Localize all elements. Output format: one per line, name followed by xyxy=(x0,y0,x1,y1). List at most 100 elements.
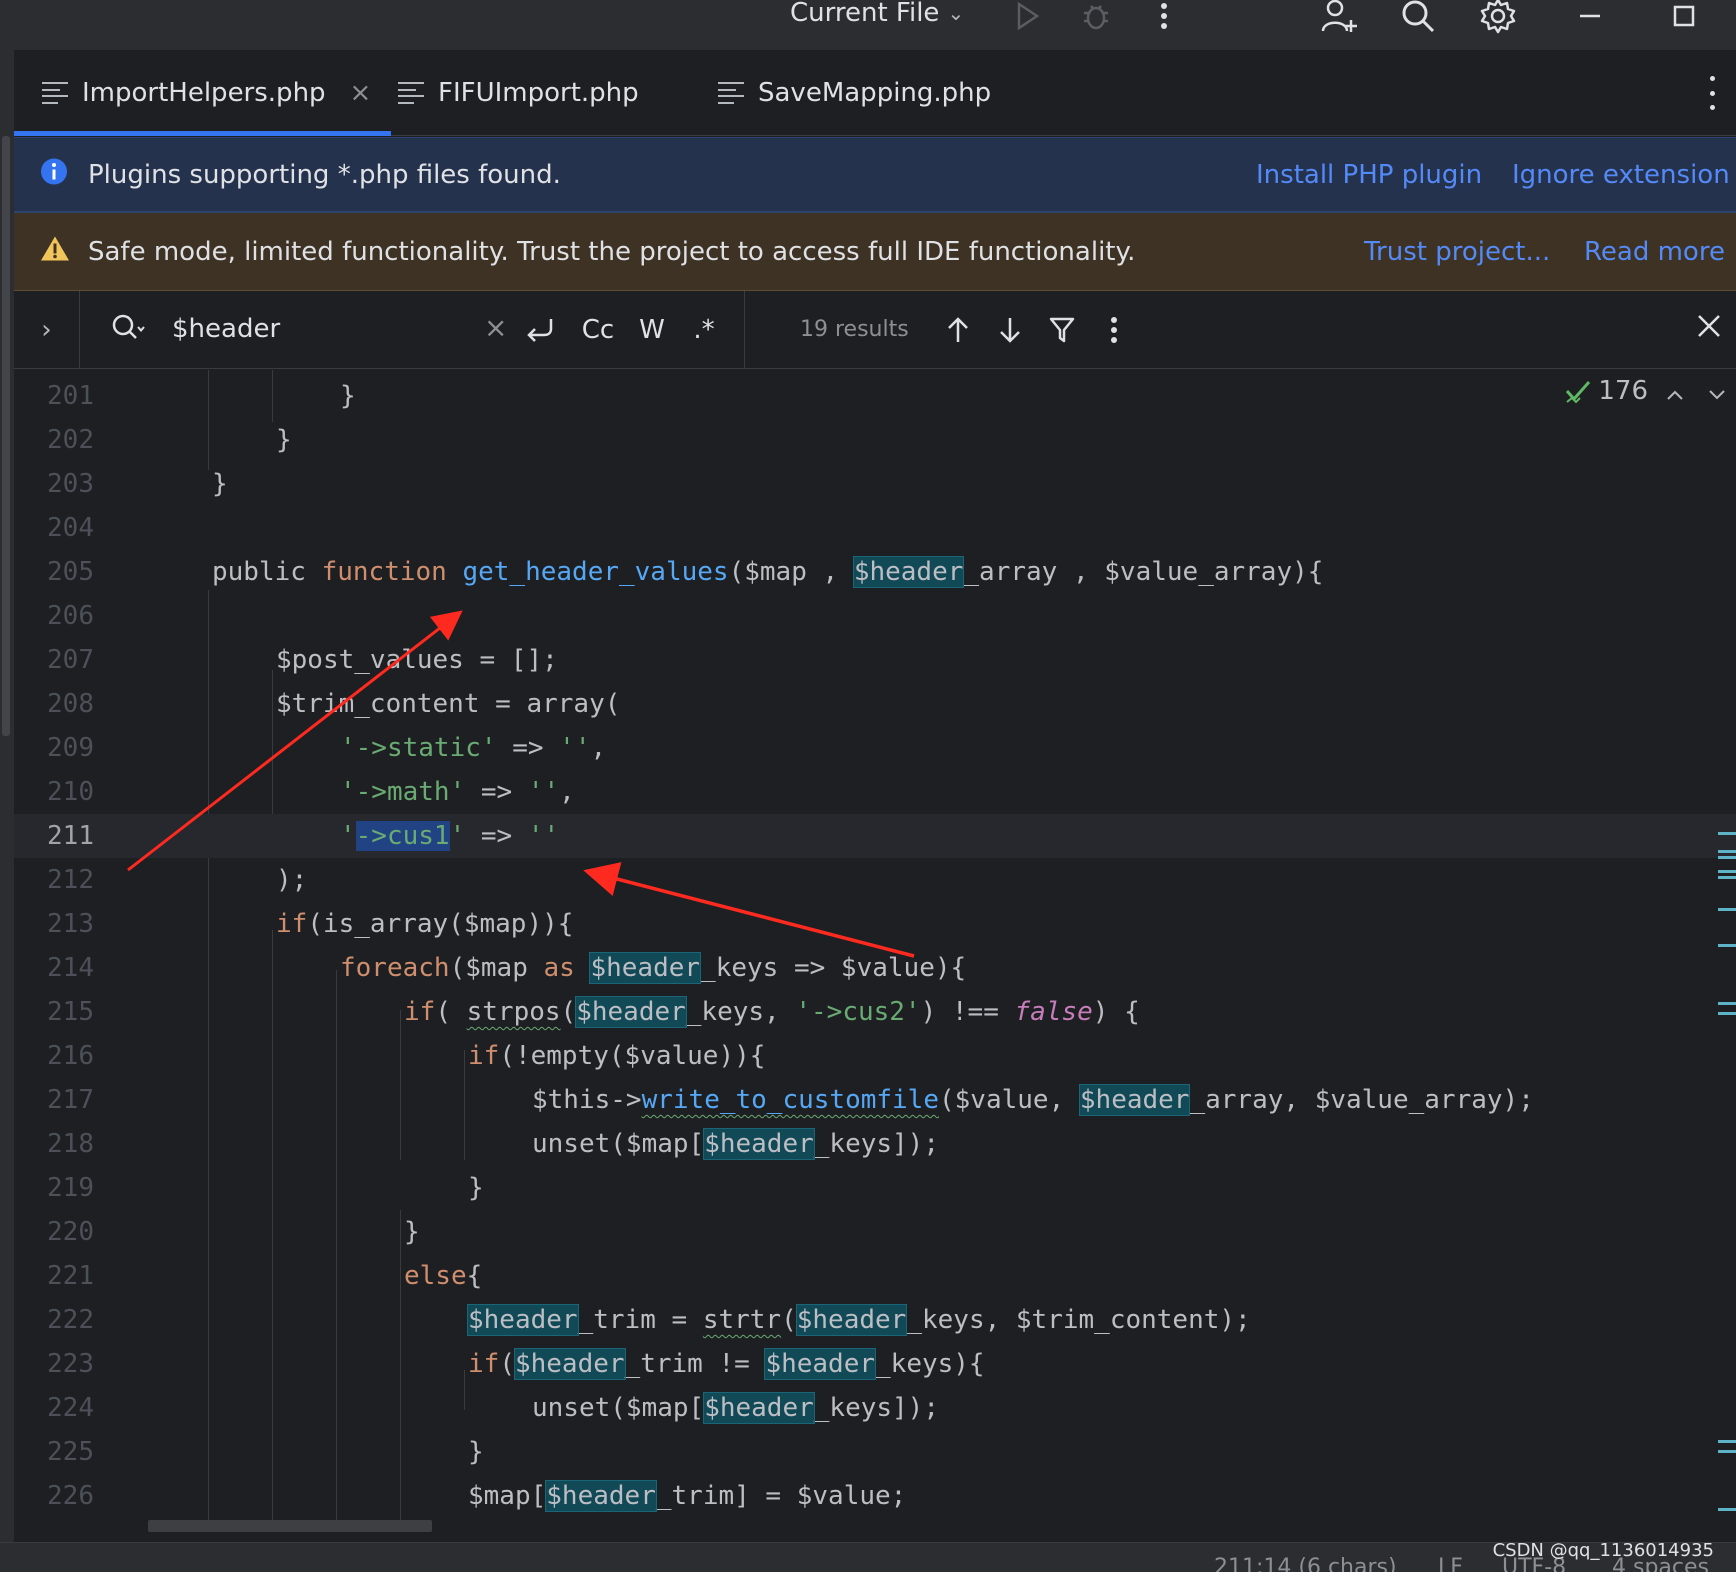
code-editor[interactable]: 201} 202} 203} 204 205 public function ge… xyxy=(14,370,1736,1542)
regex-toggle[interactable]: .* xyxy=(686,311,722,349)
code-line: 215 if( strpos($header_keys, '->cus2') !=… xyxy=(14,990,1736,1034)
code-line: 224 unset($map[$header_keys]); xyxy=(14,1386,1736,1430)
code-line: 209 '->static' => '', xyxy=(14,726,1736,770)
find-bar-divider xyxy=(744,291,745,369)
caret-position[interactable]: 211:14 (6 chars) xyxy=(1214,1555,1397,1572)
line-number: 225 xyxy=(47,1437,94,1467)
find-options-icon[interactable] xyxy=(1096,311,1132,349)
install-php-plugin-link[interactable]: Install PHP plugin xyxy=(1256,160,1482,190)
code-line: 219} xyxy=(14,1166,1736,1210)
inspection-widget[interactable]: 176 xyxy=(1564,376,1648,406)
code-line-current: 211 '->cus1' => '' xyxy=(14,814,1736,858)
code-line: 212); xyxy=(14,858,1736,902)
text-file-icon xyxy=(398,82,424,104)
line-number: 206 xyxy=(47,601,94,631)
add-user-icon[interactable] xyxy=(1318,0,1362,38)
line-ending[interactable]: LF xyxy=(1438,1555,1463,1572)
previous-occurrence-icon[interactable] xyxy=(940,311,976,349)
code-line: 206 xyxy=(14,594,1736,638)
next-occurrence-icon[interactable] xyxy=(992,311,1028,349)
search-icon[interactable] xyxy=(1396,0,1440,38)
maximize-icon[interactable] xyxy=(1662,0,1706,38)
line-number: 208 xyxy=(47,689,94,719)
line-number: 217 xyxy=(47,1085,94,1115)
line-number: 221 xyxy=(47,1261,94,1291)
code-line: 202} xyxy=(14,418,1736,462)
settings-icon[interactable] xyxy=(1476,0,1520,38)
trust-project-link[interactable]: Trust project... xyxy=(1364,237,1550,267)
expand-replace-icon[interactable]: › xyxy=(14,291,80,369)
code-line: 222 $header_trim = strtr($header_keys, $t… xyxy=(14,1298,1736,1342)
code-line: 201} xyxy=(14,374,1736,418)
line-number: 201 xyxy=(47,381,94,411)
match-case-toggle[interactable]: Cc xyxy=(578,311,618,349)
line-number: 205 xyxy=(47,557,94,587)
find-input[interactable] xyxy=(172,309,472,349)
watermark: CSDN @qq_1136014935 xyxy=(1492,1540,1714,1561)
line-number: 219 xyxy=(47,1173,94,1203)
line-number: 207 xyxy=(47,645,94,675)
whole-words-toggle[interactable]: W xyxy=(634,311,670,349)
safe-mode-banner: Safe mode, limited functionality. Trust … xyxy=(14,213,1736,291)
new-line-icon[interactable] xyxy=(522,311,558,349)
text-file-icon xyxy=(42,82,68,104)
chevron-down-icon: ⌄ xyxy=(947,1,965,25)
line-number: 218 xyxy=(47,1129,94,1159)
close-tab-icon[interactable]: × xyxy=(350,78,372,108)
tab-label: ImportHelpers.php xyxy=(82,78,326,108)
clear-search-icon[interactable]: × xyxy=(484,311,507,344)
line-number: 223 xyxy=(47,1349,94,1379)
run-configuration-label: Current File xyxy=(790,0,940,28)
left-strip-scrollbar[interactable] xyxy=(2,136,10,736)
status-bar: 211:14 (6 chars) LF UTF-8 4 spaces xyxy=(0,1542,1736,1572)
tab-label: FIFUImport.php xyxy=(438,78,639,108)
code-line: 213 if(is_array($map)){ xyxy=(14,902,1736,946)
code-line: 217 $this->write_to_customfile($value, $h… xyxy=(14,1078,1736,1122)
tab-label: SaveMapping.php xyxy=(758,78,992,108)
more-vertical-icon[interactable] xyxy=(1142,0,1186,38)
code-line: 218 unset($map[$header_keys]); xyxy=(14,1122,1736,1166)
code-line: 203} xyxy=(14,462,1736,506)
line-number: 216 xyxy=(47,1041,94,1071)
line-number: 210 xyxy=(47,777,94,807)
close-find-icon[interactable] xyxy=(1696,309,1722,347)
results-count: 19 results xyxy=(800,317,909,342)
code-line: 205 public function get_header_values($ma… xyxy=(14,550,1736,594)
line-number: 214 xyxy=(47,953,94,983)
plugin-suggestion-banner: Plugins supporting *.php files found. In… xyxy=(14,137,1736,213)
chevron-up-icon[interactable] xyxy=(1666,382,1684,406)
left-tool-strip xyxy=(0,50,14,1542)
code-line: 208 $trim_content = array( xyxy=(14,682,1736,726)
text-file-icon xyxy=(718,82,744,104)
search-history-icon[interactable] xyxy=(110,311,146,349)
line-number: 204 xyxy=(47,513,94,543)
find-bar: › × Cc W .* 19 results xyxy=(14,291,1736,369)
line-number: 222 xyxy=(47,1305,94,1335)
check-icon xyxy=(1566,381,1591,404)
error-stripe[interactable] xyxy=(1716,370,1736,1542)
line-number: 202 xyxy=(47,425,94,455)
run-icon[interactable] xyxy=(1006,0,1050,38)
tab-fifuimport[interactable]: FIFUImport.php xyxy=(398,50,639,136)
editor-tabs: ImportHelpers.php × FIFUImport.php SaveM… xyxy=(13,50,1736,136)
line-number: 215 xyxy=(47,997,94,1027)
tab-savemapping[interactable]: SaveMapping.php xyxy=(718,50,991,136)
debug-icon[interactable] xyxy=(1074,0,1118,38)
code-line: 210 '->math' => '', xyxy=(14,770,1736,814)
minimize-icon[interactable] xyxy=(1568,0,1612,38)
title-bar: Current File ⌄ xyxy=(0,0,1736,50)
code-line: 225} xyxy=(14,1430,1736,1474)
read-more-link[interactable]: Read more xyxy=(1584,237,1725,267)
inspection-count: 176 xyxy=(1598,376,1648,406)
code-line: 220} xyxy=(14,1210,1736,1254)
run-configuration-selector[interactable]: Current File ⌄ xyxy=(790,0,964,30)
ignore-extension-link[interactable]: Ignore extension xyxy=(1512,160,1730,190)
line-number: 203 xyxy=(47,469,94,499)
horizontal-scrollbar[interactable] xyxy=(148,1520,432,1532)
tabs-more-icon[interactable] xyxy=(1702,76,1722,110)
code-line: 214 foreach($map as $header_keys => $valu… xyxy=(14,946,1736,990)
tab-importhelpers[interactable]: ImportHelpers.php × xyxy=(13,50,392,136)
filter-icon[interactable] xyxy=(1044,311,1080,349)
warning-icon xyxy=(40,234,70,269)
info-icon xyxy=(40,157,68,192)
